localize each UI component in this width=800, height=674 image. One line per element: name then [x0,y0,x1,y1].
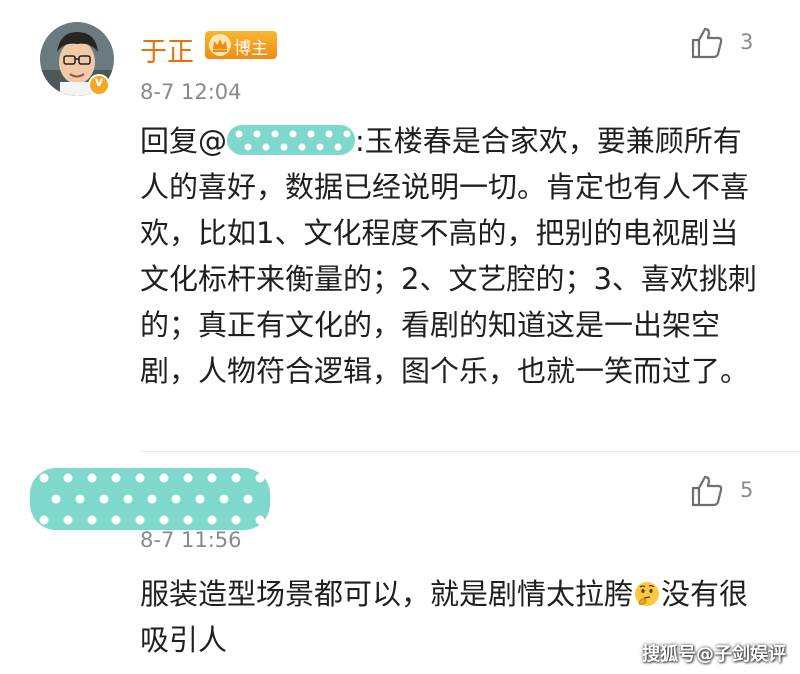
blogger-badge: 博主 [205,31,277,59]
like-button[interactable]: 5 [690,474,760,508]
thumbs-up-icon [691,27,723,59]
thinking-emoji-icon [635,582,660,606]
masked-mention[interactable] [227,125,356,155]
watermark: 搜狐号@子剑娱评 [642,644,786,665]
masked-username[interactable] [30,468,270,530]
verified-v-icon [88,74,110,96]
username[interactable]: 于正 [140,30,194,69]
comment-item: 于正 博主 8-7 12:04 3 回复@ :玉楼春是合家欢，要兼顾所有人的喜好… [0,0,800,452]
thumbs-up-icon [691,475,723,507]
comment-text: 回复@ :玉楼春是合家欢，要兼顾所有人的喜好，数据已经说明一切。肯定也有人不喜欢… [140,118,765,394]
badge-label: 博主 [234,39,268,59]
reply-prefix: 回复@ [140,124,228,158]
comment-time: 8-7 11:56 [140,528,242,552]
crown-icon [209,34,231,56]
comment-body-part1: 服装造型场景都可以，就是剧情太拉胯 [140,577,634,611]
like-count: 5 [740,478,754,502]
like-count: 3 [740,30,754,54]
like-button[interactable]: 3 [690,26,760,60]
comment-time: 8-7 12:04 [140,80,242,104]
comment-body: :玉楼春是合家欢，要兼顾所有人的喜好，数据已经说明一切。肯定也有人不喜欢，比如1… [140,124,757,388]
